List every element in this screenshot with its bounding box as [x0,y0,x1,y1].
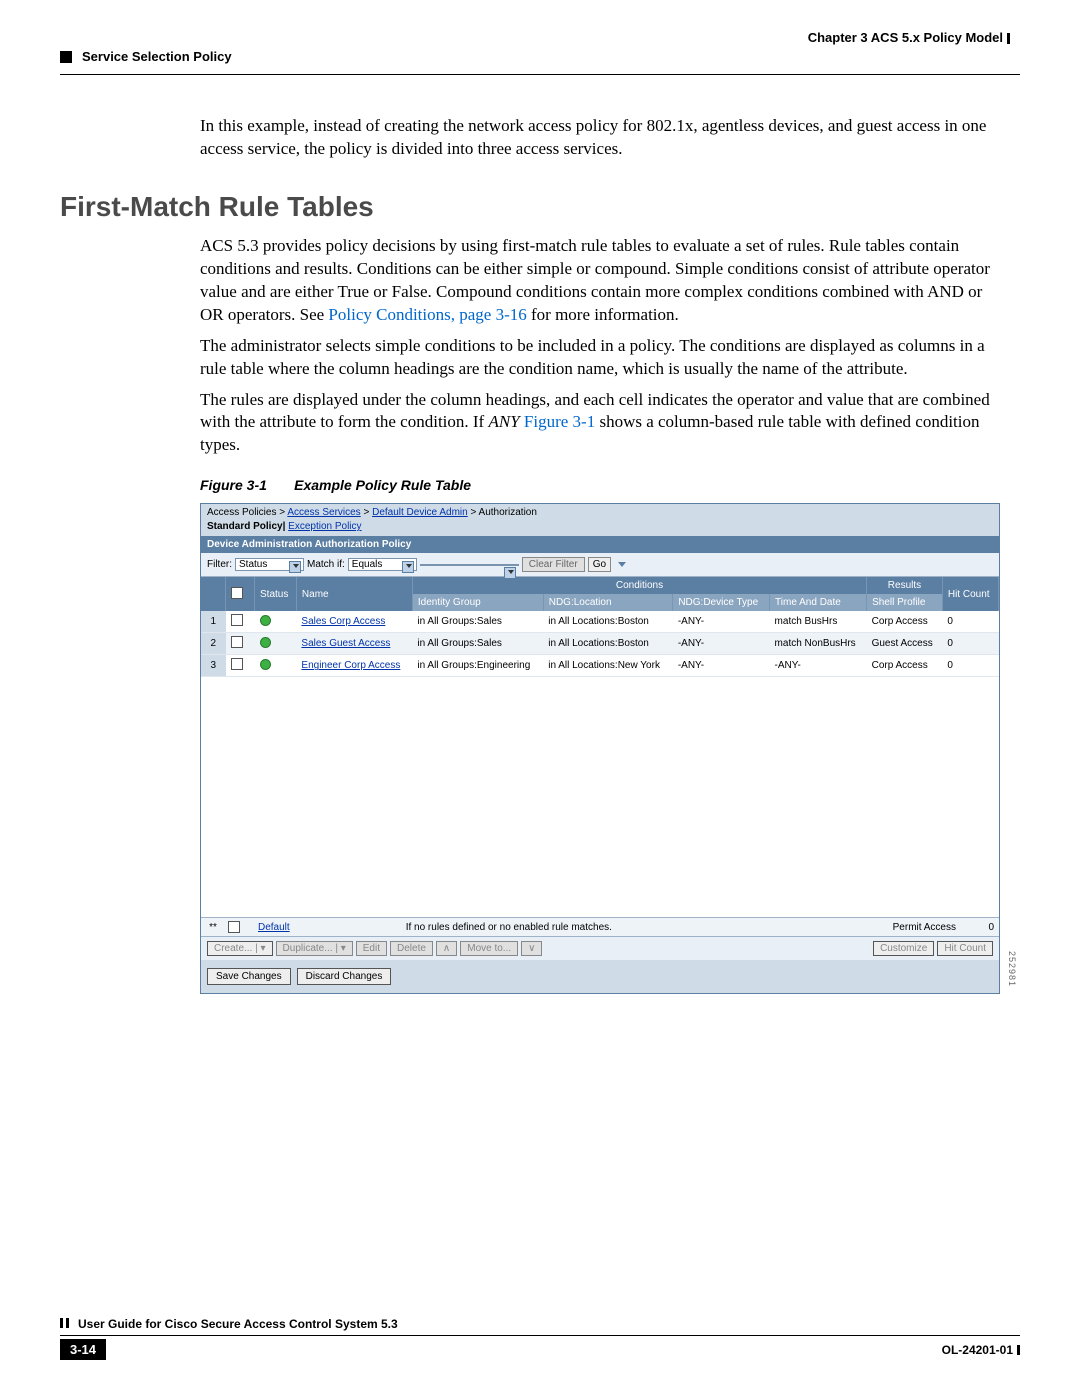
move-down-button[interactable]: ∨ [521,941,542,956]
header-section: Service Selection Policy [82,49,232,64]
para-2: The administrator selects simple conditi… [200,335,1000,381]
rule-name-link[interactable]: Engineer Corp Access [301,660,400,671]
filter-select[interactable]: Status [235,558,304,571]
duplicate-button[interactable]: Duplicate... | ▾ [276,941,353,956]
status-enabled-icon [260,637,271,648]
save-changes-button[interactable]: Save Changes [207,968,291,985]
th-ndg-device-type: NDG:Device Type [673,594,770,611]
match-select[interactable]: Equals [348,558,417,571]
match-label: Match if: [307,559,345,570]
th-ndg-location: NDG:Location [543,594,673,611]
table-row[interactable]: 1 Sales Corp Access in All Groups:Sales … [201,611,999,633]
hitcount-button[interactable]: Hit Count [937,941,993,956]
table-row[interactable]: 3 Engineer Corp Access in All Groups:Eng… [201,655,999,677]
go-button[interactable]: Go [588,557,611,572]
clear-filter-button[interactable]: Clear Filter [522,557,585,572]
customize-button[interactable]: Customize [873,941,934,956]
th-status: Status [255,577,297,611]
move-up-button[interactable]: ∧ [436,941,457,956]
rules-table: Status Name Conditions Results Hit Count… [201,577,999,677]
table-row[interactable]: 2 Sales Guest Access in All Groups:Sales… [201,633,999,655]
default-link[interactable]: Default [258,922,290,933]
status-enabled-icon [260,615,271,626]
create-button[interactable]: Create... | ▾ [207,941,273,956]
th-results: Results [867,577,943,594]
th-shell-profile: Shell Profile [867,594,943,611]
crumb-access-services[interactable]: Access Services [287,507,360,518]
match-value-select[interactable] [420,564,519,566]
footer-guide-title: User Guide for Cisco Secure Access Contr… [78,1317,398,1331]
filter-bar: Filter: Status Match if: Equals Clear Fi… [201,553,999,577]
default-checkbox[interactable] [228,921,240,933]
delete-button[interactable]: Delete [390,941,433,956]
action-toolbar: Create... | ▾ Duplicate... | ▾ Edit Dele… [201,936,999,960]
th-time-and-date: Time And Date [770,594,867,611]
intro-paragraph: In this example, instead of creating the… [200,115,1000,161]
status-enabled-icon [260,659,271,670]
document-id: OL-24201-01 [942,1343,1020,1357]
filter-label: Filter: [207,559,232,570]
policy-screenshot: Access Policies > Access Services > Defa… [200,503,1000,994]
policy-title-strip: Device Administration Authorization Poli… [201,536,999,553]
link-figure-3-1[interactable]: Figure 3-1 [520,412,596,431]
row-checkbox[interactable] [231,614,243,626]
default-hit: 0 [964,922,994,933]
row-checkbox[interactable] [231,658,243,670]
default-rule-row: ** Default If no rules defined or no ena… [201,917,999,936]
crumb-default-device-admin[interactable]: Default Device Admin [372,507,468,518]
rule-name-link[interactable]: Sales Corp Access [301,616,385,627]
dropdown-icon[interactable] [618,562,626,567]
th-conditions: Conditions [412,577,866,594]
default-message: If no rules defined or no enabled rule m… [406,922,612,933]
breadcrumb: Access Policies > Access Services > Defa… [201,504,999,521]
default-result: Permit Access [893,922,956,933]
header-rule [60,74,1020,75]
th-hitcount: Hit Count [942,577,998,611]
tab-standard-policy[interactable]: Standard Policy [207,521,283,532]
rule-name-link[interactable]: Sales Guest Access [301,638,390,649]
header-chapter: Chapter 3 ACS 5.x Policy Model [60,30,1020,45]
section-heading: First-Match Rule Tables [60,191,1020,223]
page-number: 3-14 [60,1339,106,1360]
th-identity-group: Identity Group [412,594,543,611]
move-to-button[interactable]: Move to... [460,941,518,956]
row-checkbox[interactable] [231,636,243,648]
header-square-icon [60,51,72,63]
th-name: Name [296,577,412,611]
discard-changes-button[interactable]: Discard Changes [297,968,392,985]
select-all-checkbox[interactable] [231,587,243,599]
page-footer: User Guide for Cisco Secure Access Contr… [60,1312,1020,1360]
para-3: The rules are displayed under the column… [200,389,1000,458]
tab-exception-policy[interactable]: Exception Policy [288,521,361,532]
figure-number: Figure 3-1 [200,477,267,493]
edit-button[interactable]: Edit [356,941,387,956]
link-policy-conditions[interactable]: Policy Conditions, page 3-16 [328,305,526,324]
figure-side-number: 252981 [1007,951,1017,987]
figure-title: Example Policy Rule Table [294,477,471,493]
para-1: ACS 5.3 provides policy decisions by usi… [200,235,1000,327]
